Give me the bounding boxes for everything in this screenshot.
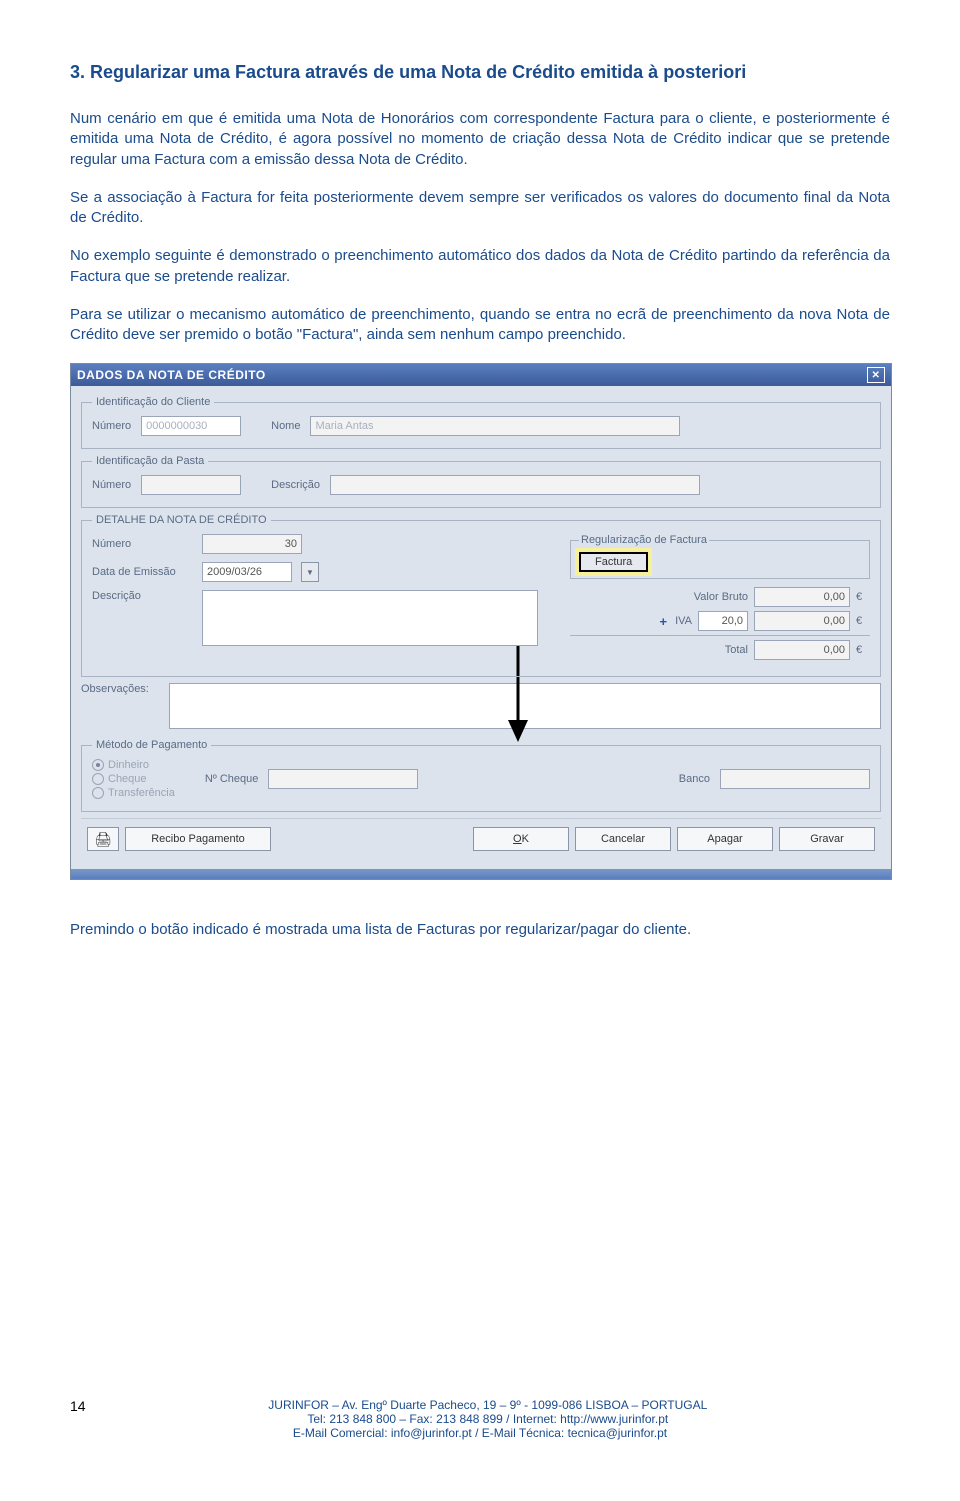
recibo-button[interactable]: Recibo Pagamento (125, 827, 271, 851)
folder-desc-label: Descrição (271, 479, 320, 491)
payment-legend: Método de Pagamento (92, 739, 211, 751)
paragraph-2: Se a associação à Factura for feita post… (70, 188, 890, 229)
obs-label: Observações: (81, 683, 159, 695)
client-numero-input[interactable] (141, 416, 241, 436)
client-nome-label: Nome (271, 420, 300, 432)
print-icon[interactable]: 🖨 (87, 827, 119, 851)
radio-cheque[interactable]: Cheque (92, 773, 175, 785)
euro-symbol: € (856, 591, 870, 603)
paragraph-4: Para se utilizar o mecanismo automático … (70, 305, 890, 346)
radio-dinheiro-label: Dinheiro (108, 759, 149, 771)
folder-numero-value (141, 475, 241, 495)
emission-date-label: Data de Emissão (92, 566, 192, 578)
folder-fieldset: Identificação da Pasta Número Descrição (81, 455, 881, 508)
radio-icon (92, 787, 104, 799)
description-label: Descrição (92, 590, 192, 602)
detail-numero-label: Número (92, 538, 192, 550)
radio-transfer[interactable]: Transferência (92, 787, 175, 799)
page-number: 14 (70, 1398, 86, 1414)
total-label: Total (668, 644, 748, 656)
page-footer: 14 JURINFOR – Av. Engº Duarte Pacheco, 1… (70, 1398, 890, 1440)
client-numero-label: Número (92, 420, 131, 432)
footer-line-3: E-Mail Comercial: info@jurinfor.pt / E-M… (293, 1426, 667, 1440)
iva-label: IVA (675, 615, 692, 627)
ncheque-value (268, 769, 418, 789)
paragraph-5: Premindo o botão indicado é mostrada uma… (70, 920, 890, 940)
date-dropdown-icon[interactable]: ▼ (301, 562, 319, 582)
section-heading: 3. Regularizar uma Factura através de um… (70, 60, 890, 85)
total-value: 0,00 (754, 640, 850, 660)
paragraph-3: No exemplo seguinte é demonstrado o pree… (70, 246, 890, 287)
close-icon[interactable]: ✕ (867, 367, 885, 383)
client-nome-value: Maria Antas (310, 416, 680, 436)
footer-line-2: Tel: 213 848 800 – Fax: 213 848 899 / In… (307, 1412, 668, 1426)
dialog-titlebar: DADOS DA NOTA DE CRÉDITO ✕ (71, 364, 891, 386)
credit-note-dialog: DADOS DA NOTA DE CRÉDITO ✕ Identificação… (70, 363, 892, 880)
cancel-button[interactable]: Cancelar (575, 827, 671, 851)
client-fieldset: Identificação do Cliente Número Nome Mar… (81, 396, 881, 449)
dialog-action-bar: 🖨 Recibo Pagamento OK Cancelar Apagar Gr… (81, 818, 881, 859)
detail-numero-value: 30 (202, 534, 302, 554)
ncheque-label: Nº Cheque (205, 773, 259, 785)
factura-button[interactable]: Factura (579, 552, 648, 572)
footer-line-1: JURINFOR – Av. Engº Duarte Pacheco, 19 –… (268, 1398, 707, 1412)
client-legend: Identificação do Cliente (92, 396, 214, 408)
delete-button[interactable]: Apagar (677, 827, 773, 851)
folder-desc-value (330, 475, 700, 495)
radio-icon (92, 759, 104, 771)
save-button[interactable]: Gravar (779, 827, 875, 851)
euro-symbol: € (856, 644, 870, 656)
folder-legend: Identificação da Pasta (92, 455, 208, 467)
banco-label: Banco (679, 773, 710, 785)
paragraph-1: Num cenário em que é emitida uma Nota de… (70, 109, 890, 170)
description-textarea[interactable] (202, 590, 538, 646)
plus-icon: + (659, 614, 667, 629)
payment-fieldset: Método de Pagamento Dinheiro Cheque (81, 739, 881, 812)
banco-value (720, 769, 870, 789)
emission-date-input[interactable] (202, 562, 292, 582)
radio-icon (92, 773, 104, 785)
valor-bruto-label: Valor Bruto (668, 591, 748, 603)
detail-legend: DETALHE DA NOTA DE CRÉDITO (92, 514, 271, 526)
iva-value: 0,00 (754, 611, 850, 631)
valor-bruto-value: 0,00 (754, 587, 850, 607)
dialog-title-text: DADOS DA NOTA DE CRÉDITO (77, 368, 266, 382)
radio-transfer-label: Transferência (108, 787, 175, 799)
radio-dinheiro[interactable]: Dinheiro (92, 759, 175, 771)
radio-cheque-label: Cheque (108, 773, 147, 785)
detail-fieldset: DETALHE DA NOTA DE CRÉDITO Número 30 Dat… (81, 514, 881, 677)
regularization-fieldset: Regularização de Factura Factura (570, 534, 870, 579)
folder-numero-label: Número (92, 479, 131, 491)
regularization-legend: Regularização de Factura (579, 534, 709, 546)
obs-textarea[interactable] (169, 683, 881, 729)
ok-button[interactable]: OK (473, 827, 569, 851)
dialog-footer-band (71, 869, 891, 879)
euro-symbol: € (856, 615, 870, 627)
iva-rate-input[interactable] (698, 611, 748, 631)
